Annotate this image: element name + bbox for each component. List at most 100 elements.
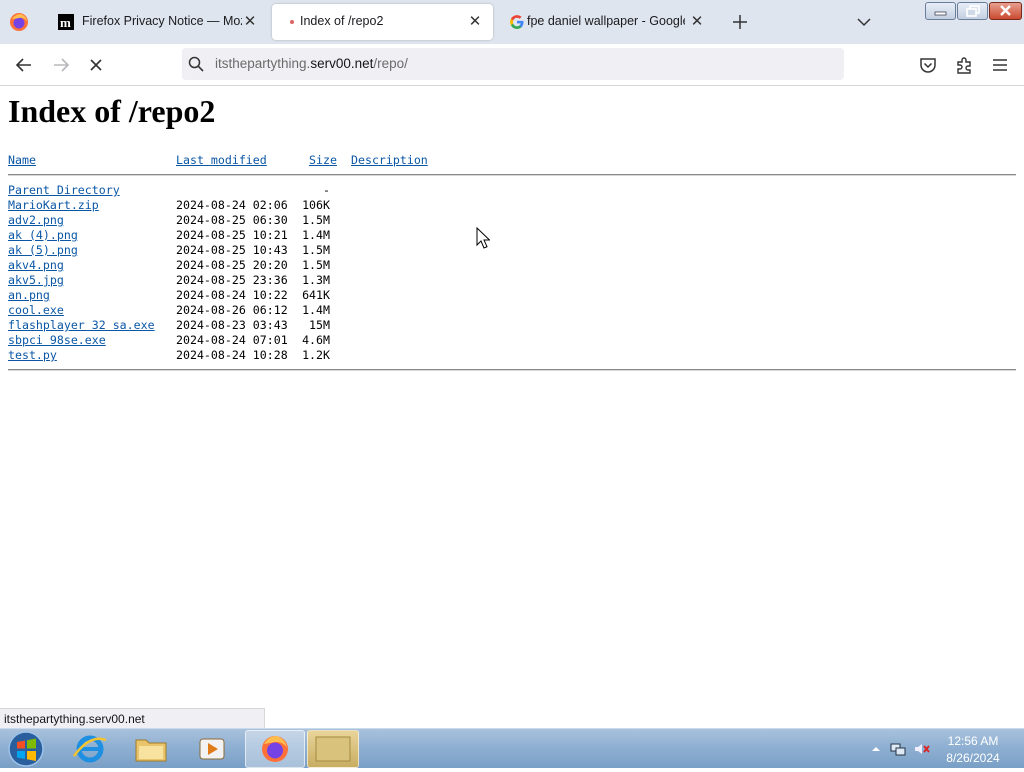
- file-modified: 2024-08-25 20:20: [176, 258, 288, 272]
- file-row: an.png 2024-08-24 10:22 641K: [0, 288, 1000, 303]
- forward-arrow-icon[interactable]: [51, 55, 71, 75]
- tab-title: Index of /repo2: [300, 14, 384, 28]
- network-icon[interactable]: [890, 741, 906, 757]
- app-taskbar-item[interactable]: [307, 730, 359, 768]
- file-modified: 2024-08-24 02:06: [176, 198, 288, 212]
- back-arrow-icon[interactable]: [14, 55, 34, 75]
- file-size: 641K: [302, 288, 330, 302]
- show-hidden-icons-arrow-icon[interactable]: [868, 741, 884, 757]
- file-link[interactable]: ak (5).png: [8, 243, 78, 257]
- file-modified: 2024-08-26 06:12: [176, 303, 288, 317]
- file-size: 1.5M: [302, 243, 330, 257]
- file-link[interactable]: flashplayer 32 sa.exe: [8, 318, 155, 332]
- stop-loading-icon[interactable]: [86, 55, 106, 75]
- tab-title: fpe daniel wallpaper - Google S: [527, 14, 685, 28]
- close-tab-icon[interactable]: ✕: [242, 13, 258, 29]
- tab-strip: m Firefox Privacy Notice — Mozill ✕ Inde…: [0, 0, 1024, 44]
- mozilla-icon: m: [58, 14, 74, 30]
- file-link[interactable]: an.png: [8, 288, 50, 302]
- tab-privacy-notice[interactable]: m Firefox Privacy Notice — Mozill ✕: [46, 4, 268, 40]
- app-window-icon: [315, 736, 351, 762]
- file-link[interactable]: adv2.png: [8, 213, 64, 227]
- tab-google-search[interactable]: fpe daniel wallpaper - Google S ✕: [497, 4, 715, 40]
- url-prefix: itsthepartything.: [215, 56, 311, 71]
- file-row: test.py 2024-08-24 10:28 1.2K: [0, 348, 1000, 363]
- close-window-button[interactable]: [989, 2, 1022, 20]
- file-link[interactable]: test.py: [8, 348, 57, 362]
- address-bar[interactable]: itsthepartything.serv00.net/repo/: [182, 48, 844, 80]
- firefox-icon: [262, 736, 288, 762]
- page-title: Index of /repo2: [8, 93, 216, 129]
- start-button[interactable]: [0, 730, 52, 768]
- hamburger-menu-icon[interactable]: [990, 55, 1010, 75]
- loading-dot-icon: [290, 20, 294, 24]
- firefox-taskbar-item[interactable]: [245, 730, 305, 768]
- file-size: 1.3M: [302, 273, 330, 287]
- parent-directory-link[interactable]: Parent Directory: [8, 183, 120, 197]
- file-modified: 2024-08-23 03:43: [176, 318, 288, 332]
- file-link[interactable]: MarioKart.zip: [8, 198, 99, 212]
- internet-explorer-icon: [72, 735, 107, 763]
- pocket-icon[interactable]: [918, 55, 938, 75]
- divider: [8, 369, 1016, 371]
- volume-muted-icon[interactable]: [914, 741, 930, 757]
- file-size: 106K: [302, 198, 330, 212]
- restore-icon: [966, 5, 980, 17]
- close-tab-icon[interactable]: ✕: [467, 13, 483, 29]
- file-link[interactable]: sbpci 98se.exe: [8, 333, 106, 347]
- file-link[interactable]: akv4.png: [8, 258, 64, 272]
- close-tab-icon[interactable]: ✕: [689, 13, 705, 29]
- firefox-icon[interactable]: [8, 11, 30, 33]
- restore-button[interactable]: [957, 2, 988, 20]
- url-path: /repo/: [373, 56, 408, 71]
- taskbar: 12:56 AM 8/26/2024: [0, 728, 1024, 768]
- file-size: 15M: [309, 318, 330, 332]
- file-size: 1.4M: [302, 303, 330, 317]
- url-text[interactable]: itsthepartything.serv00.net/repo/: [215, 56, 408, 71]
- file-row: ak (4).png 2024-08-25 10:21 1.4M: [0, 228, 1000, 243]
- file-modified: 2024-08-25 10:43: [176, 243, 288, 257]
- tab-index-repo2[interactable]: Index of /repo2 ✕: [272, 4, 493, 40]
- file-link[interactable]: akv5.jpg: [8, 273, 64, 287]
- file-row: akv5.jpg 2024-08-25 23:36 1.3M: [0, 273, 1000, 288]
- windows-explorer-taskbar-item[interactable]: [123, 730, 179, 768]
- file-row: akv4.png 2024-08-25 20:20 1.5M: [0, 258, 1000, 273]
- file-size: 1.5M: [302, 213, 330, 227]
- file-modified: 2024-08-24 10:22: [176, 288, 288, 302]
- file-size: 1.4M: [302, 228, 330, 242]
- list-all-tabs-chevron-icon[interactable]: [856, 14, 872, 30]
- google-icon: [510, 15, 524, 29]
- file-modified: 2024-08-24 07:01: [176, 333, 288, 347]
- svg-text:m: m: [60, 15, 71, 30]
- file-row: flashplayer 32 sa.exe 2024-08-23 03:43 1…: [0, 318, 1000, 333]
- windows-start-orb-icon: [8, 731, 44, 767]
- media-player-icon: [199, 738, 225, 760]
- clock-date[interactable]: 8/26/2024: [938, 751, 1008, 765]
- file-row: MarioKart.zip 2024-08-24 02:06 106K: [0, 198, 1000, 213]
- file-row: ak (5).png 2024-08-25 10:43 1.5M: [0, 243, 1000, 258]
- extensions-puzzle-icon[interactable]: [954, 55, 974, 75]
- media-player-taskbar-item[interactable]: [184, 730, 240, 768]
- file-link[interactable]: cool.exe: [8, 303, 64, 317]
- sort-by-size-link[interactable]: Size: [309, 153, 337, 167]
- file-row: adv2.png 2024-08-25 06:30 1.5M: [0, 213, 1000, 228]
- parent-directory-row: Parent Directory -: [0, 183, 1000, 198]
- navigation-toolbar: itsthepartything.serv00.net/repo/: [0, 44, 1024, 86]
- file-modified: 2024-08-25 23:36: [176, 273, 288, 287]
- clock-time[interactable]: 12:56 AM: [938, 734, 1008, 748]
- file-link[interactable]: ak (4).png: [8, 228, 78, 242]
- file-modified: 2024-08-25 10:21: [176, 228, 288, 242]
- url-domain: serv00.net: [310, 56, 374, 71]
- minimize-button[interactable]: [925, 2, 956, 20]
- sort-by-modified-link[interactable]: Last modified: [176, 153, 267, 167]
- page-content: Index of /repo2 Name Last modified Size …: [0, 86, 1024, 706]
- internet-explorer-taskbar-item[interactable]: [62, 730, 118, 768]
- sort-by-name-link[interactable]: Name: [8, 153, 36, 167]
- folder-icon: [135, 739, 167, 762]
- new-tab-plus-icon[interactable]: [731, 13, 749, 31]
- sort-by-description-link[interactable]: Description: [351, 153, 428, 167]
- file-modified: 2024-08-24 10:28: [176, 348, 288, 362]
- search-icon: [188, 56, 204, 72]
- file-row: sbpci 98se.exe 2024-08-24 07:01 4.6M: [0, 333, 1000, 348]
- tab-title: Firefox Privacy Notice — Mozill: [82, 14, 242, 28]
